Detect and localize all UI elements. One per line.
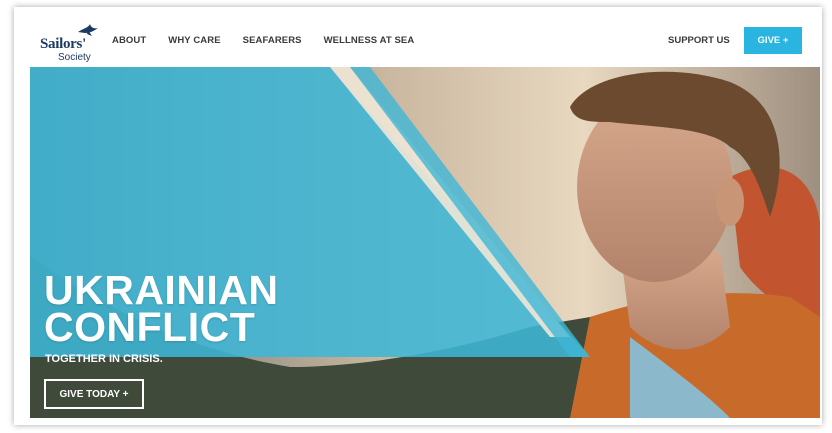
nav-item-about[interactable]: ABOUT — [112, 35, 146, 46]
page: Sailors' Society ABOUT WHY CARE SEAFARER… — [14, 7, 822, 425]
main-nav: ABOUT WHY CARE SEAFARERS WELLNESS AT SEA — [112, 35, 436, 46]
sailors-society-logo[interactable]: Sailors' Society — [40, 22, 110, 63]
hero-title: UKRAINIAN CONFLICT — [44, 270, 279, 350]
give-button[interactable]: GIVE + — [744, 27, 802, 54]
give-today-button[interactable]: GIVE TODAY + — [44, 379, 144, 409]
nav-item-why-care[interactable]: WHY CARE — [168, 35, 220, 46]
hero-banner: UKRAINIAN CONFLICT TOGETHER IN CRISIS. G… — [30, 67, 820, 418]
hero-image — [30, 67, 820, 418]
hero-title-line-2: CONFLICT — [44, 304, 256, 350]
nav-item-wellness-at-sea[interactable]: WELLNESS AT SEA — [324, 35, 415, 46]
site-header: Sailors' Society ABOUT WHY CARE SEAFARER… — [14, 7, 822, 67]
hero-subtitle: TOGETHER IN CRISIS. — [45, 353, 163, 365]
support-us-link[interactable]: SUPPORT US — [668, 35, 730, 46]
nav-item-seafarers[interactable]: SEAFARERS — [243, 35, 302, 46]
logo-subtext: Society — [58, 52, 91, 63]
logo-text: Sailors' — [40, 36, 86, 52]
